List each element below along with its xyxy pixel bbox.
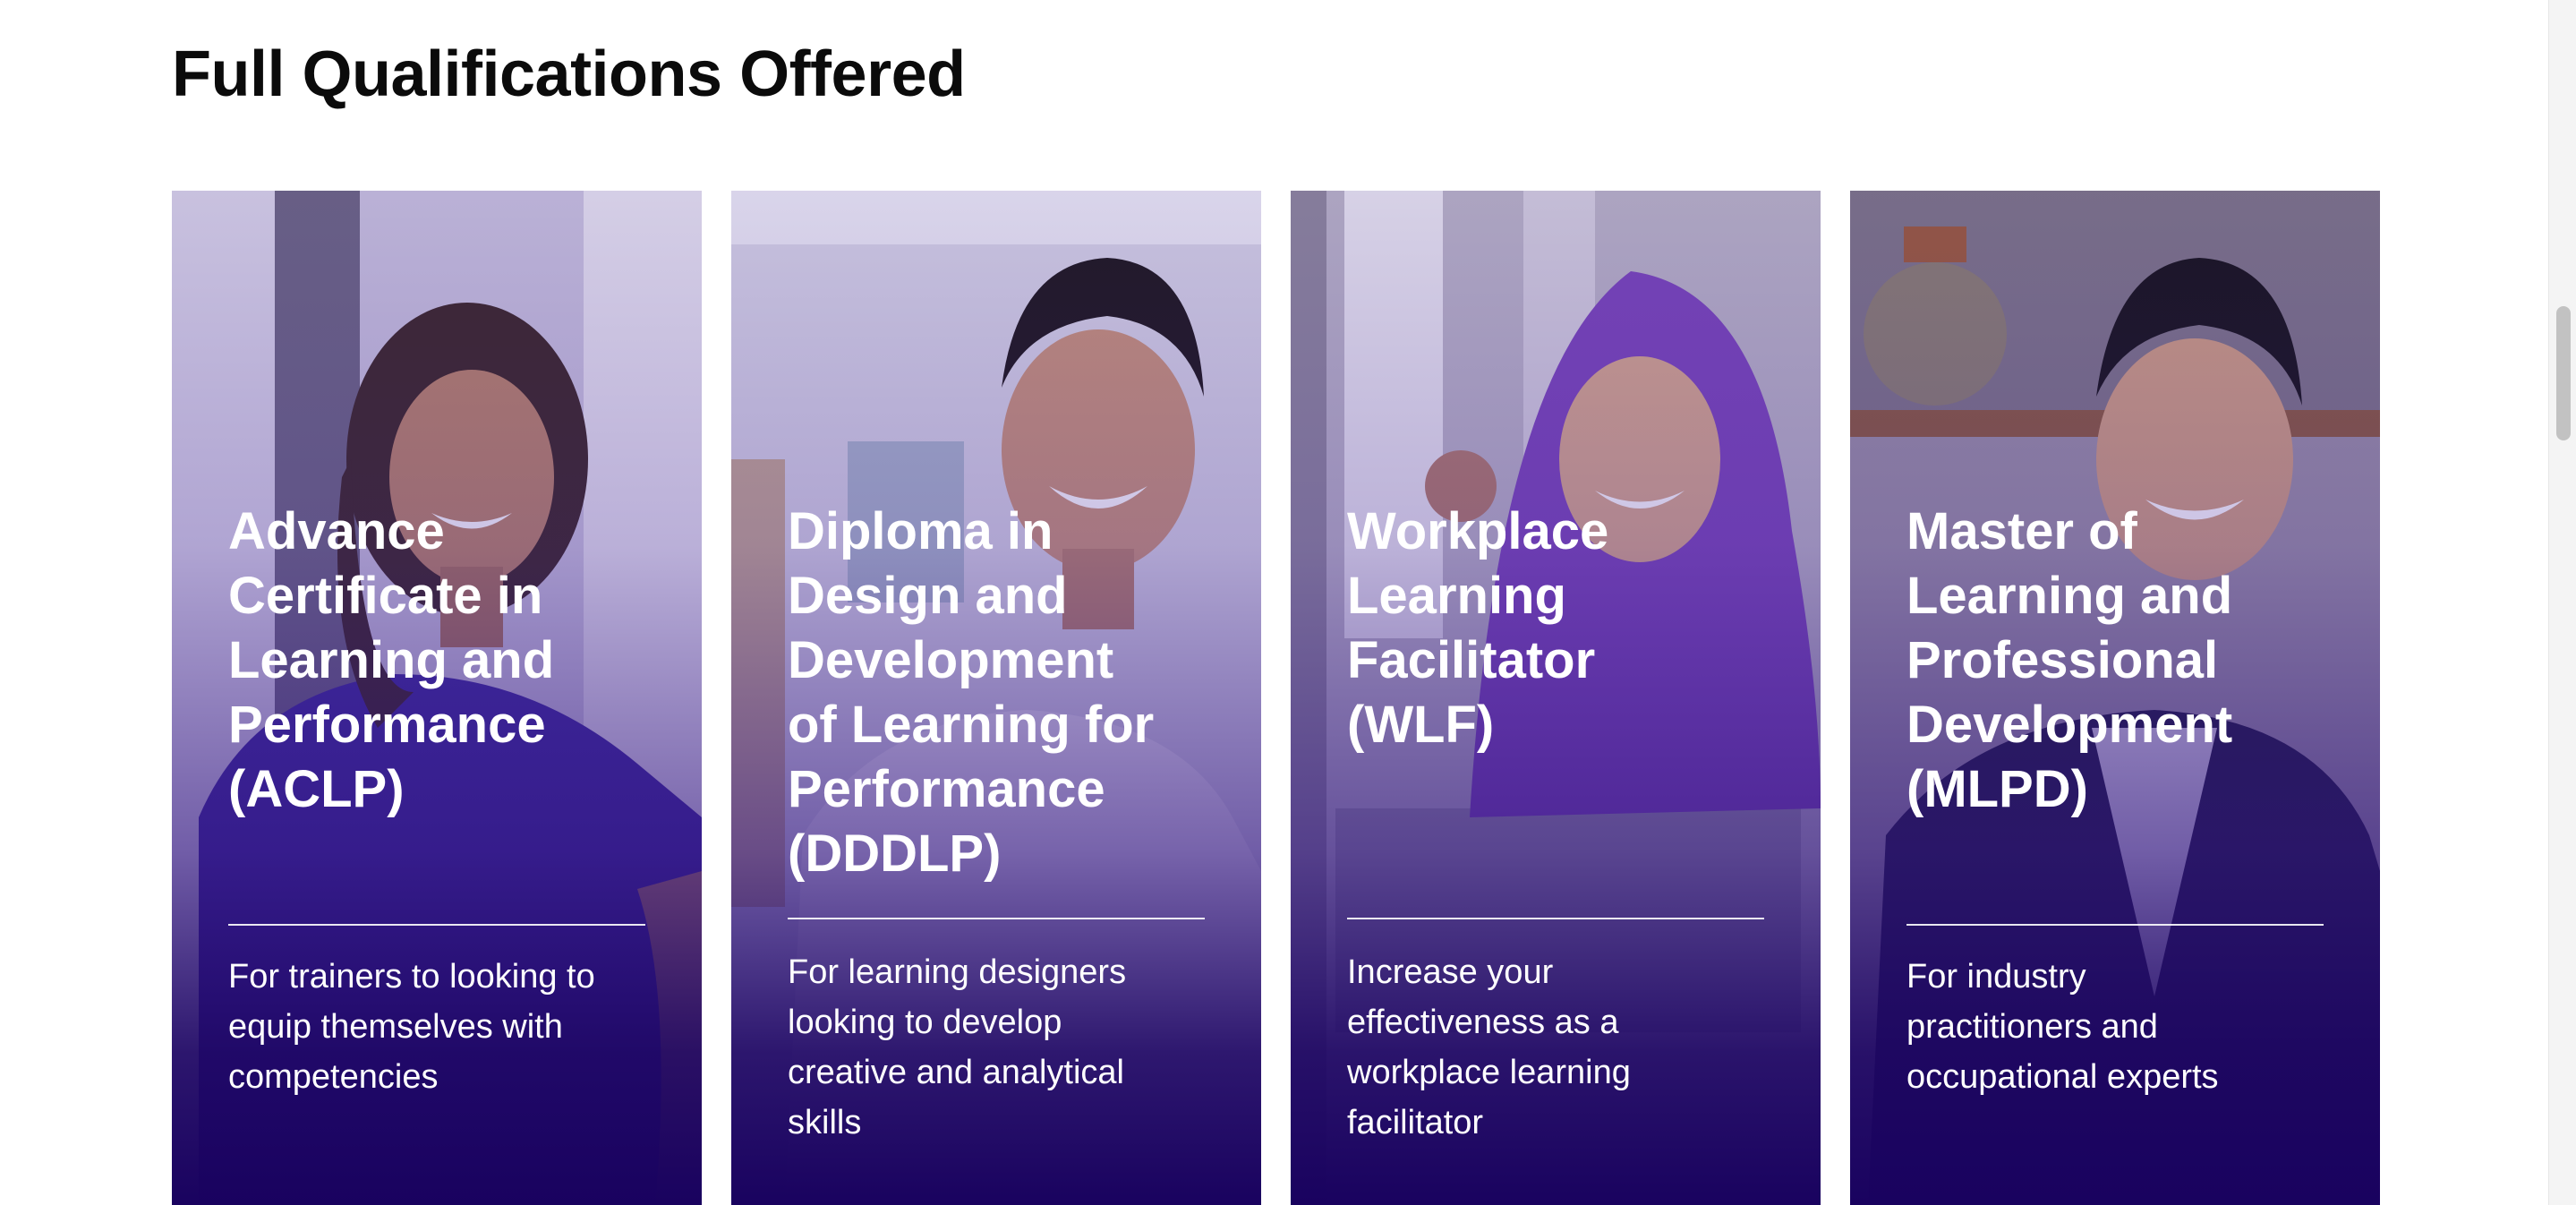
card-description: For industry practitioners and occupatio… [1906,958,2219,1096]
card-dddlp[interactable]: Diploma in Design and Development of Lea… [731,191,1261,1205]
page: Full Qualifications Offered Advance Cert… [0,0,2576,1205]
card-title: Master of Learning and Professional Deve… [1906,502,2233,818]
card-divider [1906,924,2324,926]
card-content: Advance Certificate in Learning and Perf… [228,191,645,1205]
card-content: Master of Learning and Professional Deve… [1906,191,2324,1205]
scrollbar-thumb[interactable] [2556,306,2571,440]
card-title: Workplace Learning Facilitator (WLF) [1347,502,1609,754]
card-mlpd[interactable]: Master of Learning and Professional Deve… [1850,191,2380,1205]
card-content: Workplace Learning Facilitator (WLF) Inc… [1347,191,1764,1205]
card-wlf[interactable]: Workplace Learning Facilitator (WLF) Inc… [1291,191,1821,1205]
card-divider [1347,918,1764,919]
card-title: Advance Certificate in Learning and Perf… [228,502,555,818]
card-description: Increase your effectiveness as a workpla… [1347,953,1631,1141]
card-description: For learning designers looking to develo… [788,953,1127,1141]
card-aclp[interactable]: Advance Certificate in Learning and Perf… [172,191,702,1205]
card-divider [788,918,1205,919]
qualification-cards: Advance Certificate in Learning and Perf… [172,191,2380,1205]
section-title: Full Qualifications Offered [172,38,966,110]
card-content: Diploma in Design and Development of Lea… [788,191,1205,1205]
card-divider [228,924,645,926]
card-description: For trainers to looking to equip themsel… [228,958,595,1096]
vertical-scrollbar[interactable] [2548,0,2576,1205]
card-title: Diploma in Design and Development of Lea… [788,502,1155,883]
